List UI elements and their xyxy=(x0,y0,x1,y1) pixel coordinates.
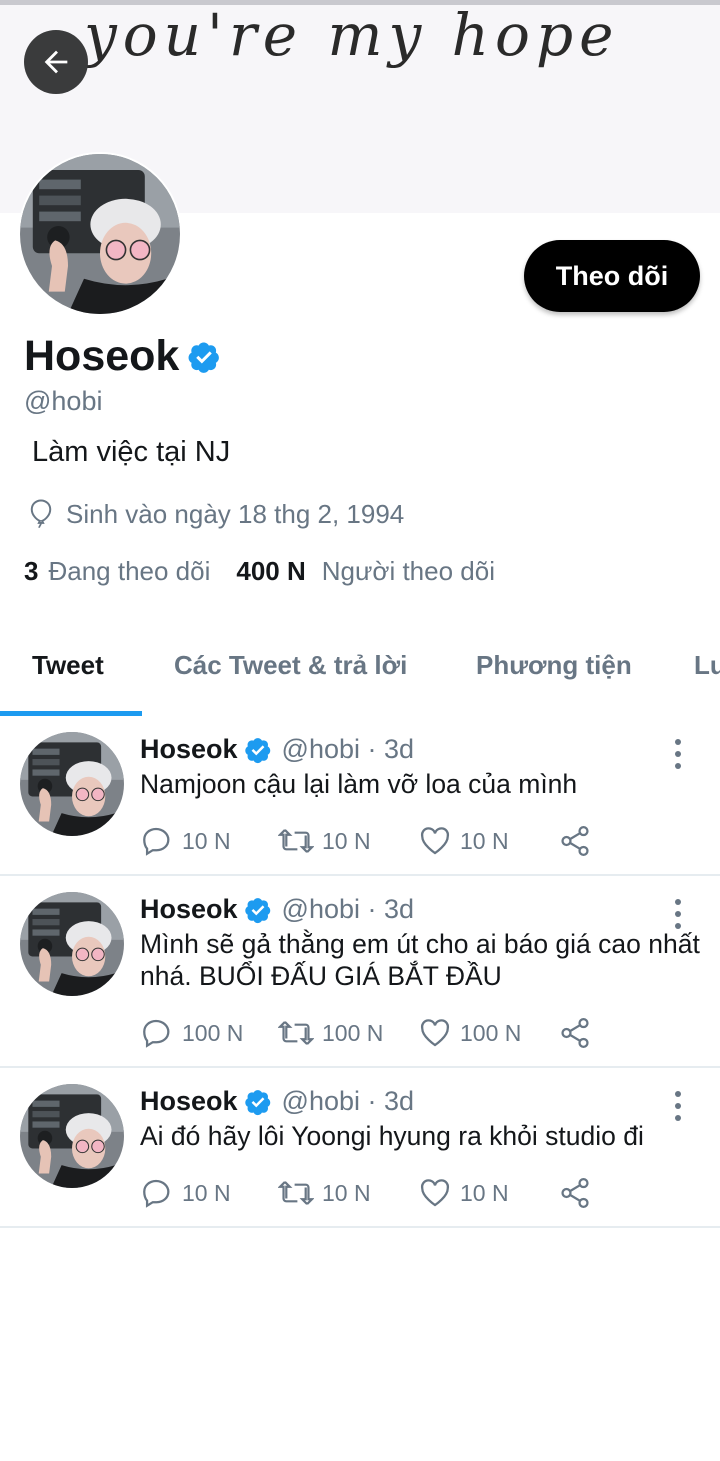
followers-label[interactable]: Người theo dõi xyxy=(322,556,495,587)
retweet-count: 100 N xyxy=(322,1019,384,1046)
reply-icon xyxy=(143,1019,170,1048)
retweet-icon xyxy=(278,1181,314,1205)
reply-icon xyxy=(143,1179,170,1208)
tweet-item[interactable]: Hoseok @hobi · 3d Ai đó hãy lôi Yoongi h… xyxy=(0,1068,720,1228)
tweet-text: Namjoon cậu lại làm vỡ loa của mình xyxy=(140,769,578,799)
reply-button[interactable]: 10 N xyxy=(140,1176,278,1210)
like-count: 10 N xyxy=(460,1179,509,1206)
tweet-avatar[interactable] xyxy=(20,1084,124,1188)
tweet-avatar[interactable] xyxy=(20,892,124,996)
reply-count: 10 N xyxy=(182,1179,231,1206)
tweet-header: Hoseok @hobi · 3d xyxy=(140,1086,414,1117)
follow-stats: 3 Đang theo dõi 400 N Người theo dõi xyxy=(24,556,495,587)
like-button[interactable]: 10 N xyxy=(418,824,558,858)
profile-name-row: Hoseok xyxy=(24,332,221,381)
retweet-icon xyxy=(278,1021,314,1045)
heart-icon xyxy=(420,827,450,855)
back-button[interactable] xyxy=(24,30,88,94)
tweet-meta: @hobi · 3d xyxy=(281,1086,415,1116)
verified-badge-icon xyxy=(187,340,221,374)
tweet-header: Hoseok @hobi · 3d xyxy=(140,894,414,925)
followers-count[interactable]: 400 N xyxy=(236,556,305,587)
retweet-count: 10 N xyxy=(322,1179,371,1206)
profile-avatar[interactable] xyxy=(18,152,182,316)
verified-badge-icon xyxy=(244,896,272,924)
reply-icon xyxy=(143,827,170,856)
verified-badge-icon xyxy=(244,736,272,764)
retweet-count: 10 N xyxy=(322,827,371,854)
reply-button[interactable]: 100 N xyxy=(140,1016,278,1050)
like-button[interactable]: 10 N xyxy=(418,1176,558,1210)
tweet-actions: 10 N 10 N 10 N xyxy=(140,1176,600,1210)
tweet-actions: 10 N 10 N 10 N xyxy=(140,824,600,858)
share-button[interactable] xyxy=(558,1016,600,1050)
profile-bio: Làm việc tại NJ xyxy=(32,436,231,468)
tweet-item[interactable]: Hoseok @hobi · 3d Mình sẽ gả thằng em út… xyxy=(0,876,720,1068)
birth-text: Sinh vào ngày 18 thg 2, 1994 xyxy=(66,498,405,529)
profile-tabs: Tweet Các Tweet & trả lời Phương tiện Lư xyxy=(0,632,720,716)
share-button[interactable] xyxy=(558,824,600,858)
tweet-author-name: Hoseok xyxy=(140,894,238,924)
share-icon xyxy=(561,1177,589,1209)
avatar-image xyxy=(20,154,180,314)
banner-text: you're my hope xyxy=(84,5,620,69)
follow-button[interactable]: Theo dõi xyxy=(524,240,700,312)
tweet-meta: @hobi · 3d xyxy=(281,734,415,764)
verified-badge-icon xyxy=(244,1088,272,1116)
reply-button[interactable]: 10 N xyxy=(140,824,278,858)
arrow-left-icon xyxy=(44,50,68,74)
retweet-button[interactable]: 100 N xyxy=(278,1016,418,1050)
heart-icon xyxy=(420,1179,450,1207)
tab-likes[interactable]: Lư xyxy=(694,650,720,681)
following-label[interactable]: Đang theo dõi xyxy=(48,556,210,587)
retweet-icon xyxy=(278,829,314,853)
retweet-button[interactable]: 10 N xyxy=(278,1176,418,1210)
tweet-author-name: Hoseok xyxy=(140,734,238,764)
tweet-header: Hoseok @hobi · 3d xyxy=(140,734,414,765)
following-count[interactable]: 3 xyxy=(24,556,38,587)
birth-date: Sinh vào ngày 18 thg 2, 1994 xyxy=(26,498,404,530)
display-name: Hoseok xyxy=(24,332,180,380)
tweet-avatar[interactable] xyxy=(20,732,124,836)
share-icon xyxy=(561,1017,589,1049)
tweet-actions: 100 N 100 N 100 N xyxy=(140,1016,600,1050)
share-icon xyxy=(561,825,589,857)
tab-tweets-replies[interactable]: Các Tweet & trả lời xyxy=(174,650,407,681)
tweet-text: Ai đó hãy lôi Yoongi hyung ra khỏi studi… xyxy=(140,1121,644,1151)
tweet-text: Mình sẽ gả thằng em út cho ai báo giá ca… xyxy=(140,929,700,991)
tab-media[interactable]: Phương tiện xyxy=(476,650,632,681)
profile-handle: @hobi xyxy=(24,386,103,416)
tweet-meta: @hobi · 3d xyxy=(281,894,415,924)
balloon-icon xyxy=(30,499,52,528)
like-count: 100 N xyxy=(460,1019,522,1046)
heart-icon xyxy=(420,1019,450,1047)
reply-count: 10 N xyxy=(182,827,231,854)
tweet-item[interactable]: Hoseok @hobi · 3d Namjoon cậu lại làm vỡ… xyxy=(0,716,720,876)
retweet-button[interactable]: 10 N xyxy=(278,824,418,858)
like-button[interactable]: 100 N xyxy=(418,1016,558,1050)
share-button[interactable] xyxy=(558,1176,600,1210)
tweet-author-name: Hoseok xyxy=(140,1086,238,1116)
tab-tweets[interactable]: Tweet xyxy=(32,650,104,681)
reply-count: 100 N xyxy=(182,1019,244,1046)
like-count: 10 N xyxy=(460,827,509,854)
